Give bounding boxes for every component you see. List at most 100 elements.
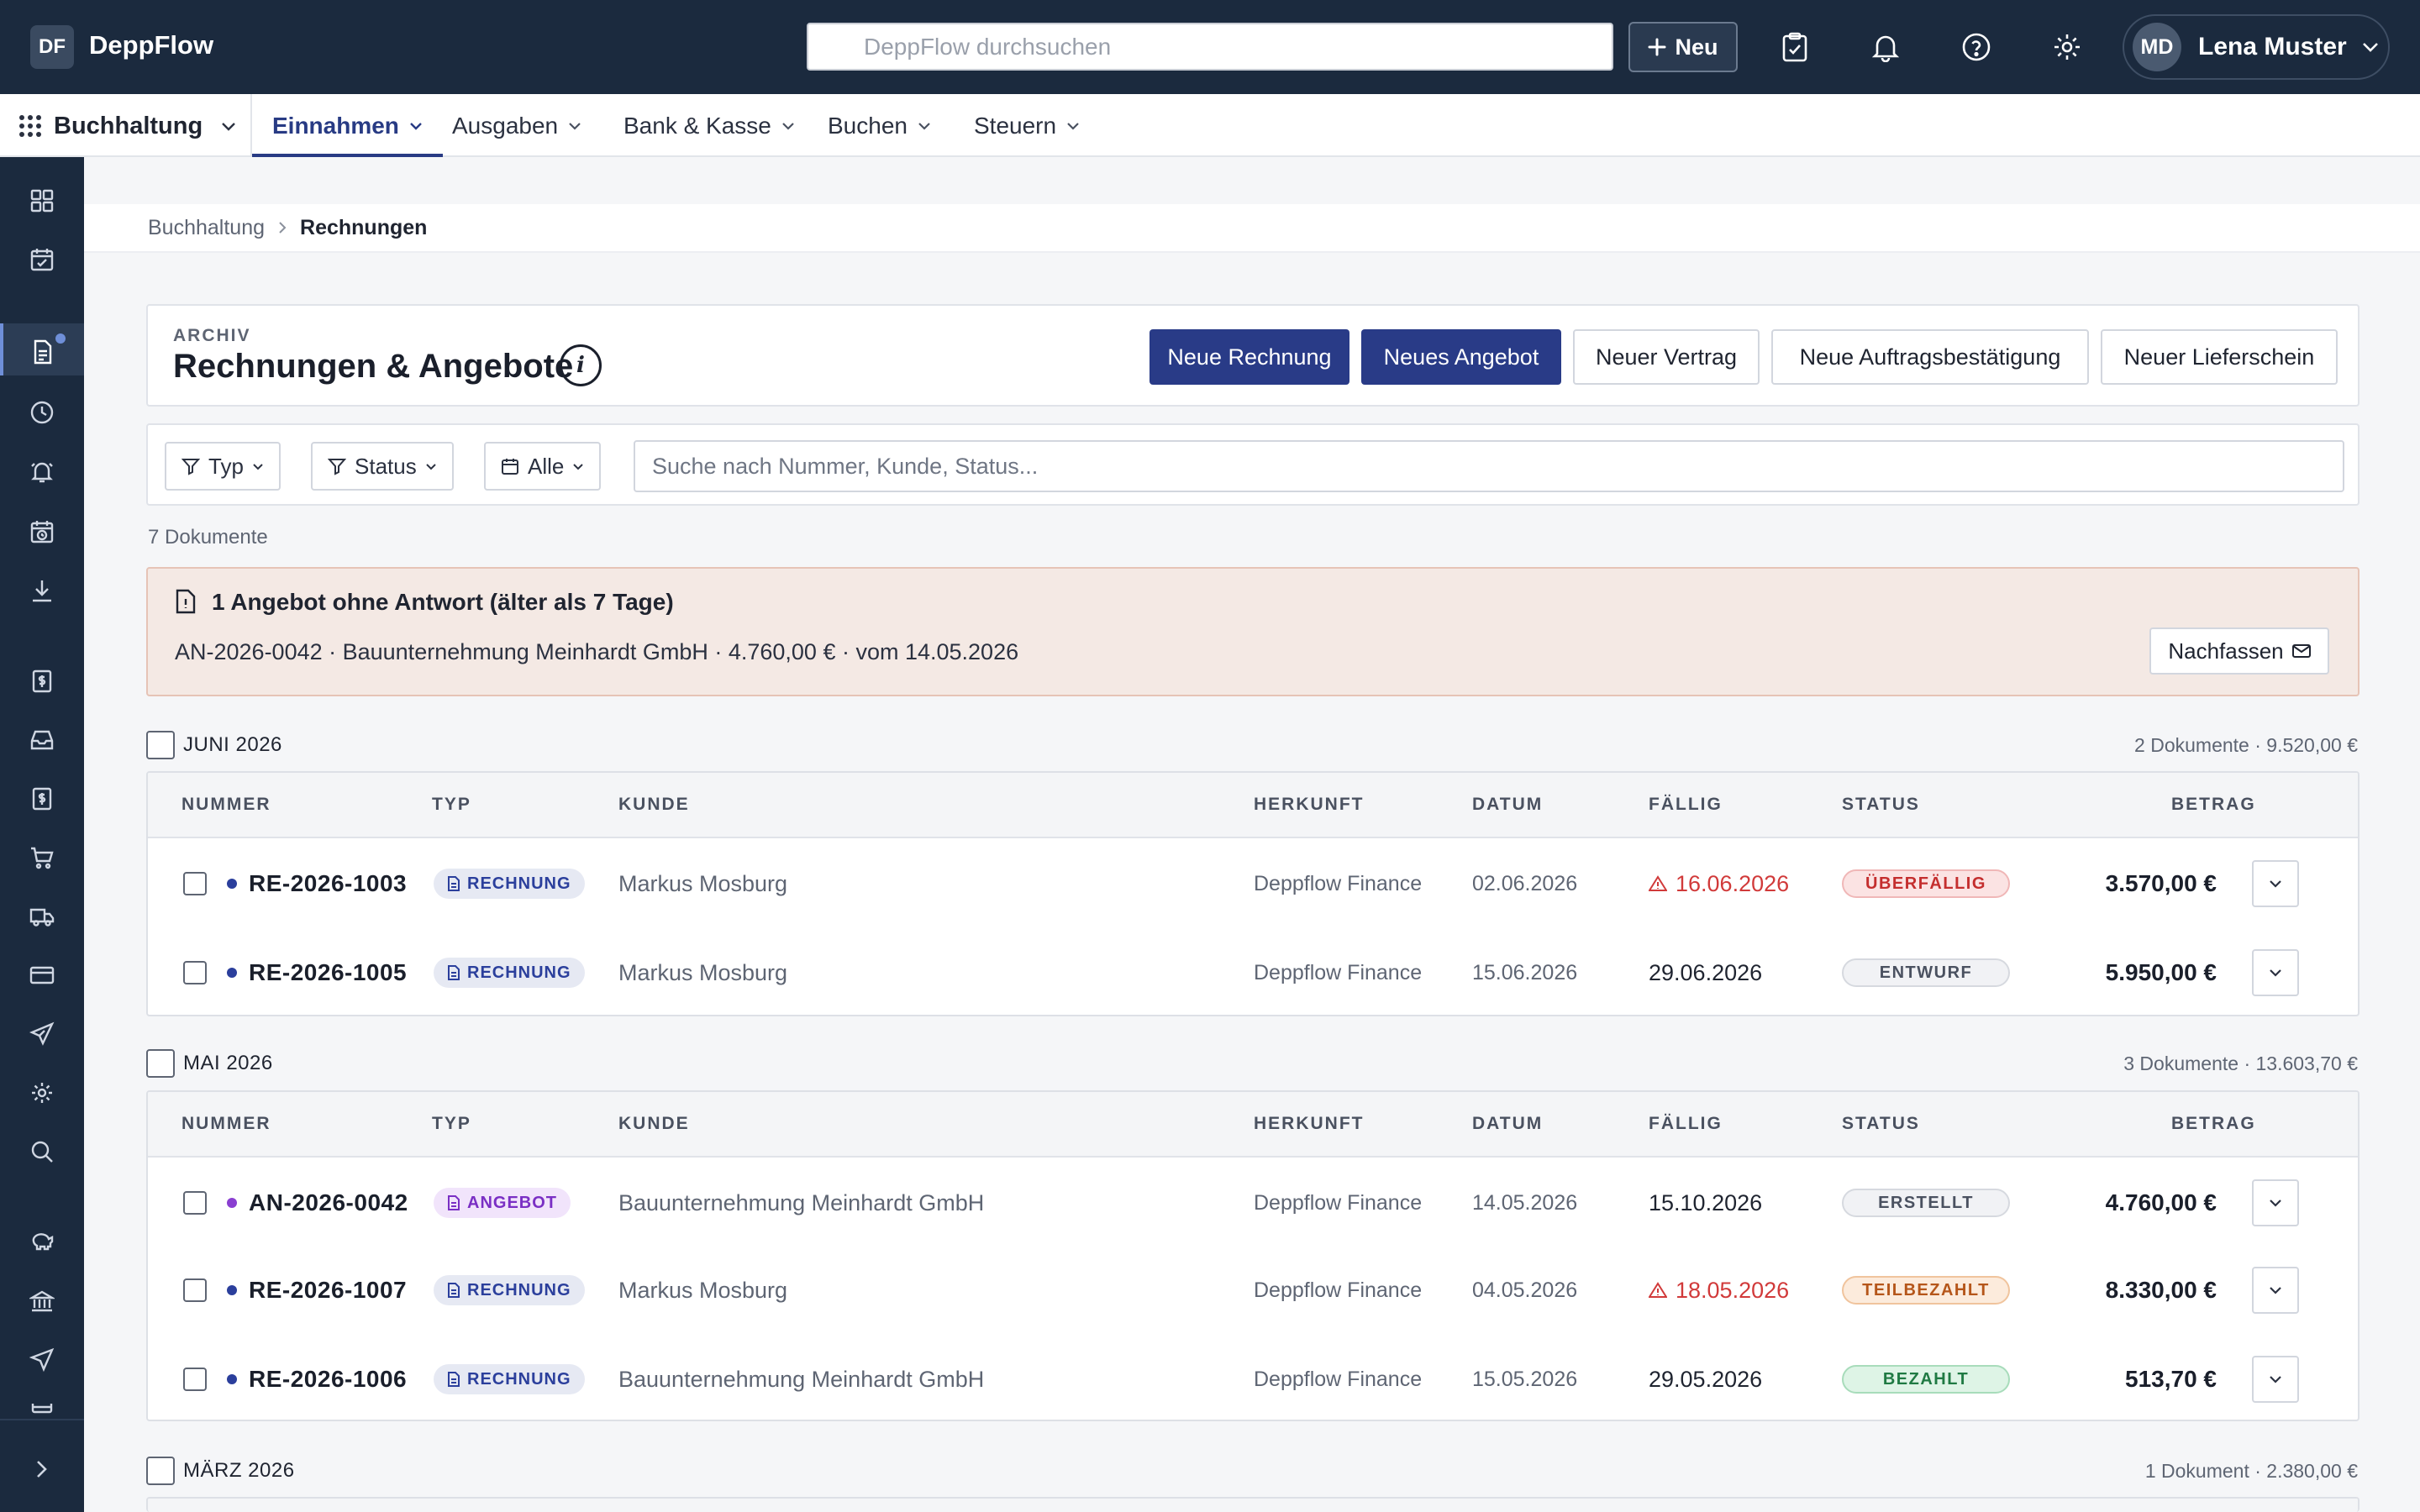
customer: Markus Mosburg — [618, 1277, 788, 1303]
plus-icon — [1648, 38, 1666, 56]
document-search-input[interactable]: Suche nach Nummer, Kunde, Status... — [634, 440, 2344, 492]
row-expand-button[interactable] — [2252, 1179, 2299, 1226]
card-icon[interactable] — [27, 960, 57, 990]
type-badge: RECHNUNG — [434, 1364, 585, 1394]
row-checkbox[interactable] — [183, 1368, 207, 1391]
cart-icon[interactable] — [27, 843, 57, 873]
origin: Deppflow Finance — [1254, 1367, 1423, 1391]
breadcrumb-parent[interactable]: Buchhaltung — [148, 216, 265, 240]
document-icon — [448, 1372, 460, 1387]
type-badge: RECHNUNG — [434, 869, 585, 899]
document-icon — [448, 965, 460, 980]
table-row[interactable]: RE-2026-1007 RECHNUNG Markus Mosburg Dep… — [148, 1247, 2358, 1334]
tab-steuern[interactable]: Steuern — [974, 94, 1080, 157]
row-checkbox[interactable] — [183, 1278, 207, 1302]
filter-icon — [328, 459, 346, 475]
row-expand-button[interactable] — [2252, 949, 2299, 996]
amount: 513,70 € — [2125, 1366, 2217, 1392]
send-icon[interactable] — [27, 1345, 57, 1375]
group-header-may: MAI 2026 — [146, 1048, 273, 1079]
chevron-down-icon — [2270, 1376, 2281, 1383]
gear-icon[interactable] — [27, 1078, 57, 1108]
tab-buchen[interactable]: Buchen — [828, 94, 931, 157]
warning-icon — [1649, 875, 1667, 891]
invoice-icon[interactable] — [27, 666, 57, 696]
info-icon[interactable]: i — [560, 344, 602, 386]
dashboard-icon[interactable] — [27, 186, 57, 216]
document-number[interactable]: RE-2026-1006 — [249, 1336, 407, 1420]
new-button[interactable]: Neu — [1628, 22, 1738, 72]
search-icon[interactable] — [27, 1137, 57, 1167]
receipt-icon[interactable] — [27, 784, 57, 814]
bank-icon[interactable] — [27, 1286, 57, 1316]
new-contract-button[interactable]: Neuer Vertrag — [1573, 329, 1760, 385]
tab-einnahmen[interactable]: Einnahmen — [252, 94, 443, 157]
period-filter[interactable]: Alle — [484, 442, 602, 491]
row-expand-button[interactable] — [2252, 1356, 2299, 1403]
download-icon[interactable] — [27, 575, 57, 606]
plane-icon[interactable] — [27, 1019, 57, 1049]
group-header-june: JUNI 2026 — [146, 730, 282, 760]
type-badge: RECHNUNG — [434, 958, 585, 988]
tab-bank-kasse[interactable]: Bank & Kasse — [623, 94, 795, 157]
piggy-bank-icon[interactable] — [27, 1227, 57, 1257]
row-checkbox[interactable] — [183, 1191, 207, 1215]
document-number[interactable]: AN-2026-0042 — [249, 1159, 408, 1247]
status-filter[interactable]: Status — [311, 442, 454, 491]
table-row[interactable]: AN-2026-0042 ANGEBOT Bauunternehmung Mei… — [148, 1159, 2358, 1247]
chevron-down-icon — [569, 122, 581, 130]
row-expand-button[interactable] — [2252, 860, 2299, 907]
customer: Bauunternehmung Meinhardt GmbH — [618, 1366, 985, 1392]
row-expand-button[interactable] — [2252, 1267, 2299, 1314]
new-invoice-button[interactable]: Neue Rechnung — [1150, 329, 1349, 385]
group-summary: 3 Dokumente · 13.603,70 € — [2123, 1053, 2358, 1074]
calendar-check-icon[interactable] — [27, 244, 57, 275]
document-number[interactable]: RE-2026-1007 — [249, 1247, 407, 1334]
truck-icon[interactable] — [27, 901, 57, 932]
group-checkbox[interactable] — [146, 731, 175, 759]
customer: Bauunternehmung Meinhardt GmbH — [618, 1189, 985, 1215]
row-checkbox[interactable] — [183, 961, 207, 984]
tab-ausgaben[interactable]: Ausgaben — [452, 94, 581, 157]
document-icon[interactable] — [27, 337, 57, 367]
status-dot — [227, 879, 237, 889]
chevron-right-icon[interactable] — [27, 1454, 57, 1484]
date: 15.05.2026 — [1472, 1367, 1578, 1391]
clock-icon[interactable] — [27, 397, 57, 428]
row-checkbox[interactable] — [183, 872, 207, 895]
new-offer-button[interactable]: Neues Angebot — [1361, 329, 1561, 385]
help-icon[interactable] — [1956, 27, 1996, 67]
follow-up-button[interactable]: Nachfassen — [2149, 627, 2329, 675]
new-delivery-note-button[interactable]: Neuer Lieferschein — [2101, 329, 2338, 385]
global-search-input[interactable]: DeppFlow durchsuchen — [807, 23, 1613, 71]
clipboard-check-icon[interactable] — [1775, 27, 1815, 67]
page-header-card: ARCHIV Rechnungen & Angebote i Neue Rech… — [146, 304, 2360, 407]
chevron-down-icon — [426, 463, 436, 470]
chevron-down-icon — [918, 122, 930, 130]
document-number[interactable]: RE-2026-1005 — [249, 929, 407, 1015]
group-checkbox[interactable] — [146, 1049, 175, 1078]
warning-icon — [1649, 1282, 1667, 1298]
user-menu[interactable]: MD Lena Muster — [2123, 14, 2390, 80]
date: 15.06.2026 — [1472, 960, 1578, 984]
group-checkbox[interactable] — [146, 1457, 175, 1485]
due-date: 29.05.2026 — [1649, 1366, 1763, 1392]
gear-icon[interactable] — [2047, 27, 2087, 67]
document-number[interactable]: RE-2026-1003 — [249, 840, 407, 927]
customer: Markus Mosburg — [618, 959, 788, 985]
bell-alert-icon[interactable] — [27, 456, 57, 486]
inbox-icon[interactable] — [27, 725, 57, 755]
type-filter[interactable]: Typ — [165, 442, 281, 491]
printer-icon[interactable] — [27, 1404, 57, 1419]
module-switcher[interactable]: Buchhaltung — [18, 111, 236, 141]
chevron-down-icon — [573, 463, 584, 470]
table-row[interactable]: RE-2026-1003 RECHNUNG Markus Mosburg Dep… — [148, 840, 2358, 927]
bell-icon[interactable] — [1865, 27, 1906, 67]
calendar-clock-icon[interactable] — [27, 517, 57, 547]
app-name[interactable]: DeppFlow — [89, 30, 213, 60]
table-row[interactable]: RE-2026-1006 RECHNUNG Bauunternehmung Me… — [148, 1336, 2358, 1420]
new-order-confirmation-button[interactable]: Neue Auftragsbestätigung — [1771, 329, 2089, 385]
app-logo[interactable]: DF — [30, 25, 74, 69]
table-row[interactable]: RE-2026-1005 RECHNUNG Markus Mosburg Dep… — [148, 929, 2358, 1015]
origin: Deppflow Finance — [1254, 960, 1423, 984]
